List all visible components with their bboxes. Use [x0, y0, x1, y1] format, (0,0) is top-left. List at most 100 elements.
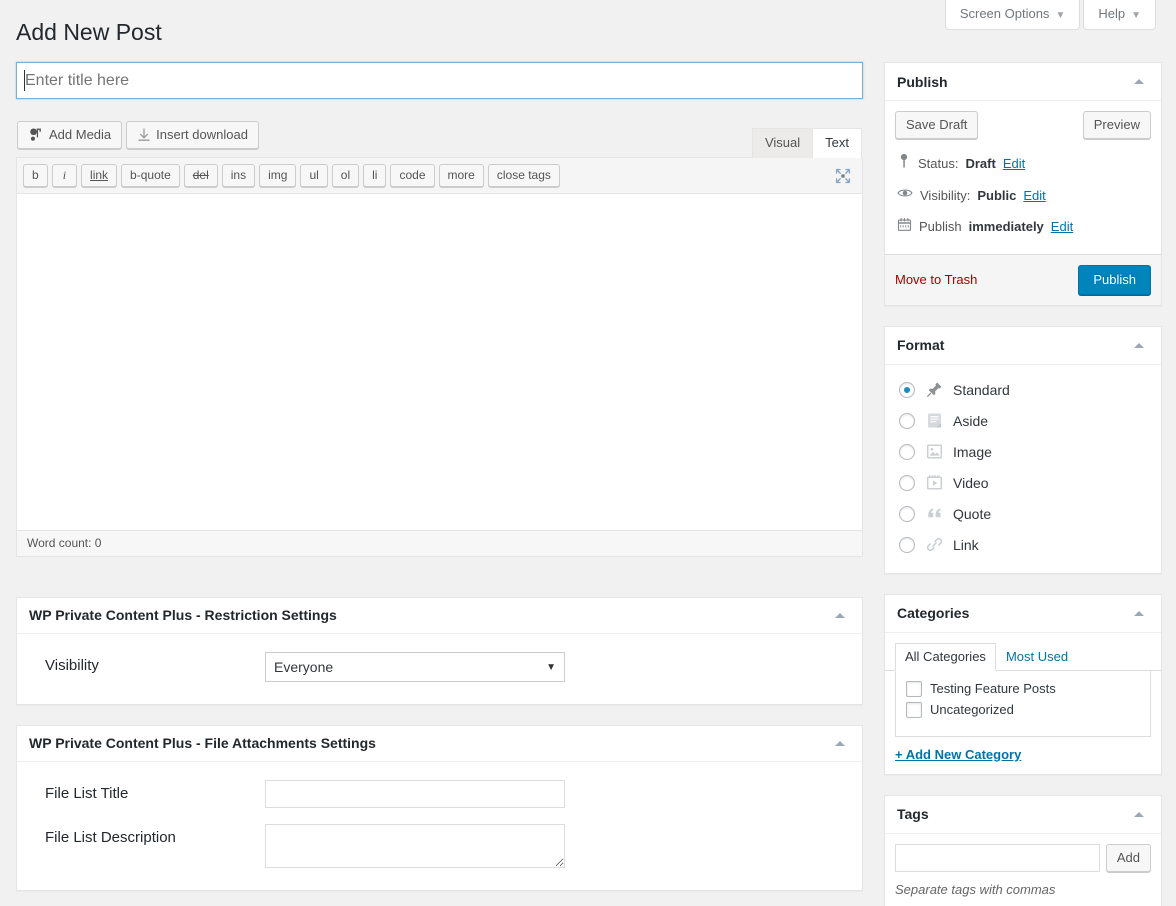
format-option-standard[interactable]: Standard — [897, 375, 1149, 406]
visibility-edit-link[interactable]: Edit — [1023, 187, 1045, 205]
format-option-video[interactable]: Video — [897, 468, 1149, 499]
quicktag-italic[interactable]: i — [51, 164, 78, 187]
aside-icon — [924, 411, 944, 431]
video-icon — [924, 473, 944, 493]
category-checkbox[interactable] — [906, 680, 922, 697]
preview-button[interactable]: Preview — [1082, 111, 1151, 139]
publish-panel-header[interactable]: Publish — [885, 63, 1161, 101]
format-label-standard: Standard — [953, 381, 1010, 398]
restriction-settings-body: Visibility Everyone ▼ — [17, 634, 862, 704]
quicktag-close-tags[interactable]: close tags — [487, 164, 560, 187]
status-edit-link[interactable]: Edit — [1003, 155, 1025, 173]
format-radio-image[interactable] — [899, 443, 915, 460]
tag-input[interactable] — [895, 843, 1100, 872]
status-row: Status: Draft Edit — [895, 147, 1151, 180]
fullscreen-icon[interactable] — [834, 167, 852, 185]
visibility-field-row: Visibility Everyone ▼ — [29, 644, 850, 690]
restriction-settings-title: WP Private Content Plus - Restriction Se… — [29, 606, 337, 623]
quicktag-code[interactable]: code — [390, 164, 435, 187]
quicktag-ol[interactable]: ol — [331, 164, 360, 187]
screen-options-label: Screen Options — [959, 6, 1050, 21]
file-list-description-textarea[interactable] — [265, 824, 565, 868]
download-icon — [137, 127, 151, 143]
tags-panel: Tags Add Separate tags with commas — [884, 794, 1162, 906]
file-attachments-header[interactable]: WP Private Content Plus - File Attachmen… — [17, 726, 862, 762]
post-editor-wrap: Add Media Insert download Visual Text b … — [16, 121, 863, 557]
visibility-select[interactable]: Everyone ▼ — [265, 652, 565, 682]
tab-all-categories[interactable]: All Categories — [895, 642, 996, 671]
insert-download-button[interactable]: Insert download — [126, 121, 259, 149]
categories-tabs: All Categories Most Used — [885, 633, 1161, 671]
screen-meta-links: Screen Options ▼ Help ▼ — [944, 0, 1156, 31]
format-radio-link[interactable] — [899, 536, 915, 553]
restriction-settings-header[interactable]: WP Private Content Plus - Restriction Se… — [17, 598, 862, 634]
tag-input-row: Add — [895, 843, 1151, 872]
tab-all-categories-label: All Categories — [905, 648, 986, 664]
format-radio-standard[interactable] — [899, 381, 915, 398]
quicktag-ul[interactable]: ul — [300, 164, 328, 187]
quicktag-li[interactable]: li — [363, 164, 387, 187]
tab-most-used-label: Most Used — [1005, 648, 1069, 664]
collapse-toggle-icon[interactable] — [830, 606, 850, 626]
format-option-link[interactable]: Link — [897, 530, 1149, 561]
publish-date-row: Publish immediately Edit — [895, 211, 1151, 243]
visibility-label: Visibility — [45, 657, 99, 674]
screen-options-button[interactable]: Screen Options ▼ — [944, 0, 1081, 31]
quicktag-del[interactable]: del — [183, 164, 218, 187]
quicktag-link[interactable]: link — [81, 164, 118, 187]
collapse-toggle-icon[interactable] — [1129, 335, 1149, 355]
collapse-toggle-icon[interactable] — [1129, 72, 1149, 92]
file-list-title-input[interactable] — [265, 780, 565, 808]
major-publishing-actions: Move to Trash Publish — [885, 253, 1161, 305]
category-checkbox[interactable] — [906, 701, 922, 718]
collapse-toggle-icon[interactable] — [1129, 804, 1149, 824]
add-media-button[interactable]: Add Media — [17, 121, 123, 149]
tab-most-used[interactable]: Most Used — [996, 643, 1078, 671]
publish-date-edit-link[interactable]: Edit — [1051, 218, 1073, 236]
help-button[interactable]: Help ▼ — [1083, 0, 1156, 31]
format-radio-aside[interactable] — [899, 412, 915, 429]
word-count-label: Word count: 0 — [27, 536, 102, 550]
quicktag-b-quote[interactable]: b-quote — [121, 164, 180, 187]
format-radio-quote[interactable] — [899, 505, 915, 522]
category-item-uncategorized[interactable]: Uncategorized — [906, 700, 1144, 721]
post-content-textarea[interactable] — [17, 194, 862, 530]
tab-visual[interactable]: Visual — [751, 128, 814, 159]
chevron-down-icon: ▼ — [546, 661, 556, 673]
tags-panel-header[interactable]: Tags — [885, 796, 1161, 834]
format-option-aside[interactable]: Aside — [897, 406, 1149, 437]
visibility-prefix: Visibility: — [920, 187, 971, 203]
move-to-trash-link[interactable]: Move to Trash — [895, 272, 977, 287]
file-list-description-label: File List Description — [45, 829, 176, 846]
category-item-testing-feature-posts[interactable]: Testing Feature Posts — [906, 679, 1144, 700]
insert-download-label: Insert download — [156, 127, 248, 142]
format-label-aside: Aside — [953, 412, 989, 429]
post-title-input[interactable] — [16, 62, 863, 99]
visibility-row: Visibility: Public Edit — [895, 180, 1151, 211]
wordpress-admin-screen: Screen Options ▼ Help ▼ Add New Post Ent… — [0, 0, 1176, 906]
format-label-quote: Quote — [953, 505, 992, 522]
format-panel-title: Format — [897, 337, 945, 354]
restriction-settings-metabox: WP Private Content Plus - Restriction Se… — [16, 597, 863, 705]
quicktag-bold[interactable]: b — [23, 164, 48, 187]
quicktags-toolbar: b i link b-quote del ins img ul ol li co… — [17, 158, 862, 194]
quicktag-more[interactable]: more — [438, 164, 484, 187]
publish-panel-title: Publish — [897, 73, 948, 90]
add-new-category-link[interactable]: + Add New Category — [885, 737, 1161, 774]
categories-panel-body: All Categories Most Used Testing Feature… — [885, 633, 1161, 774]
collapse-toggle-icon[interactable] — [830, 734, 850, 754]
save-draft-button[interactable]: Save Draft — [895, 111, 979, 139]
categories-panel-header[interactable]: Categories — [885, 595, 1161, 633]
format-option-quote[interactable]: Quote — [897, 499, 1149, 530]
quicktag-ins[interactable]: ins — [221, 164, 256, 187]
format-radio-video[interactable] — [899, 474, 915, 491]
add-tag-button[interactable]: Add — [1105, 843, 1151, 872]
format-option-image[interactable]: Image — [897, 437, 1149, 468]
collapse-toggle-icon[interactable] — [1129, 603, 1149, 623]
publish-button[interactable]: Publish — [1078, 264, 1151, 295]
tab-text[interactable]: Text — [812, 128, 862, 159]
format-panel-header[interactable]: Format — [885, 327, 1161, 365]
editor-status-bar: Word count: 0 — [17, 530, 862, 556]
quicktag-img[interactable]: img — [259, 164, 297, 187]
tab-visual-label: Visual — [764, 135, 801, 150]
